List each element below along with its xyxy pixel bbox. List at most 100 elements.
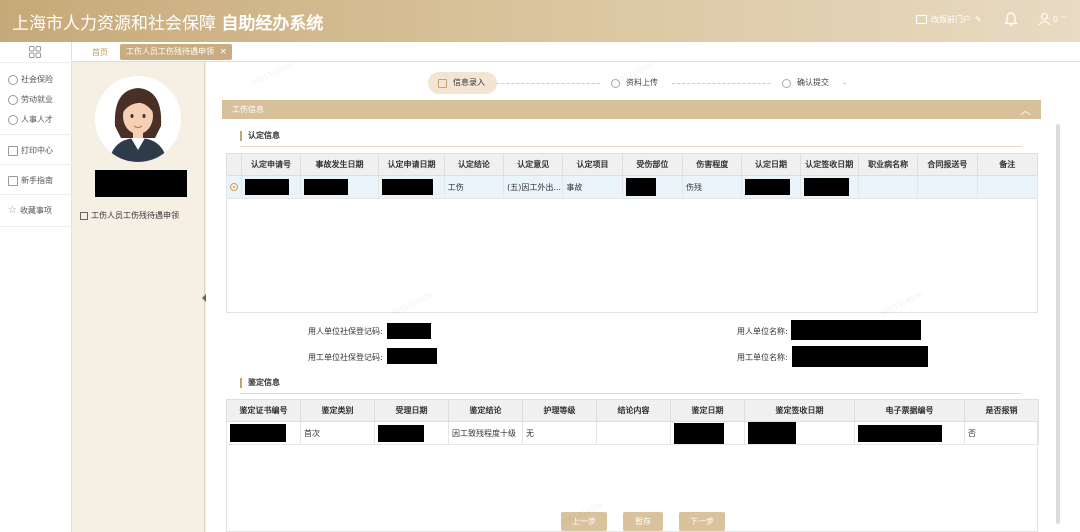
cell-category: 首次 <box>300 421 375 445</box>
cell-redacted <box>854 421 965 445</box>
user-menu[interactable]: 0 ﹀ <box>1038 12 1068 26</box>
column-header: 受理日期 <box>374 399 449 422</box>
step-upload[interactable]: 资料上传 <box>601 72 670 94</box>
appraisal-table: 鉴定证书编号 鉴定类别 受理日期 鉴定结论 护理等级 结论内容 鉴定日期 鉴定签… <box>226 399 1039 445</box>
column-header: 认定结论 <box>443 153 505 176</box>
star-icon: ☆ <box>8 205 17 216</box>
main-content: 信息录入 资料上传 确认提交 工伤信息 ︿ 认定信息 认定申请号 事故发生日期 … <box>206 62 1080 532</box>
tab-active[interactable]: 工伤人员工伤残待遇申领 × <box>120 44 232 60</box>
cell-redacted <box>241 175 301 199</box>
vertical-scrollbar[interactable] <box>1056 124 1060 524</box>
grid-icon[interactable] <box>29 46 41 58</box>
close-icon[interactable]: × <box>219 44 227 60</box>
menu-item-label: 劳动就业 <box>21 95 53 104</box>
cell-opinion: (五)因工外出... <box>503 175 564 199</box>
prev-step-button[interactable]: 上一步 <box>561 512 607 531</box>
column-header: 鉴定结论 <box>448 399 523 422</box>
cell-redacted <box>670 421 745 445</box>
cell-redacted <box>621 175 684 199</box>
edit-icon: ✎ <box>975 15 982 24</box>
profile-service-link[interactable]: 工伤人员工伤残待遇申领 <box>80 210 179 221</box>
menu-divider <box>0 164 72 165</box>
column-header: 认定日期 <box>741 153 801 176</box>
cell-occupational-disease <box>857 175 919 199</box>
cell-reimbursed: 否 <box>964 421 1039 445</box>
employer-name-redacted <box>791 320 921 340</box>
step-label: 信息录入 <box>453 78 485 87</box>
step-info-entry[interactable]: 信息录入 <box>428 72 497 94</box>
menu-divider <box>0 134 72 135</box>
cell-redacted <box>226 421 301 445</box>
row-radio[interactable] <box>230 183 239 191</box>
cell-appraisal-conclusion: 因工致残程度十级 <box>448 421 523 445</box>
menu-divider <box>0 62 72 63</box>
cell-injury-degree: 伤残 <box>682 175 743 199</box>
chevron-up-icon[interactable]: ︿ <box>1020 101 1031 120</box>
table-row[interactable]: 工伤 (五)因工外出... 事故 伤残 <box>225 175 1039 199</box>
column-header: 伤害程度 <box>682 153 743 176</box>
profile-service-label: 工伤人员工伤残待遇申领 <box>91 211 179 220</box>
column-header: 认定申请号 <box>241 153 301 176</box>
column-header: 事故发生日期 <box>299 153 380 176</box>
user-icon <box>1038 12 1051 26</box>
chevron-down-icon: ﹀ <box>1060 14 1069 24</box>
old-portal-label: 改版前门户 <box>931 15 971 24</box>
step-label: 资料上传 <box>626 78 658 87</box>
column-header: 鉴定日期 <box>670 399 745 422</box>
menu-item-label: 社会保险 <box>21 75 53 84</box>
identification-title: 认定信息 <box>240 131 280 141</box>
name-redacted <box>95 170 187 197</box>
table-header-row: 鉴定证书编号 鉴定类别 受理日期 鉴定结论 护理等级 结论内容 鉴定日期 鉴定签… <box>226 399 1039 422</box>
next-step-button[interactable]: 下一步 <box>679 512 725 531</box>
column-header: 受伤部位 <box>621 153 684 176</box>
menu-divider <box>0 226 72 227</box>
app-title: 上海市人力资源和社会保障 自助经办系统 <box>12 9 323 34</box>
save-draft-button[interactable]: 暂存 <box>623 512 663 531</box>
app-header: 上海市人力资源和社会保障 自助经办系统 改版前门户 ✎ 0 ﹀ <box>0 0 1080 42</box>
row-radio-cell[interactable] <box>225 175 243 199</box>
column-header: 职业病名称 <box>857 153 919 176</box>
column-header: 鉴定签收日期 <box>744 399 855 422</box>
menu-item-label: 新手指南 <box>21 176 53 185</box>
action-bar: 上一步 暂存 下一步 <box>561 512 725 531</box>
menu-divider <box>0 194 72 195</box>
cell-redacted <box>299 175 380 199</box>
left-menu: 社会保险 劳动就业 人事人才 打印中心 新手指南 ☆ 收藏事项 <box>0 42 72 532</box>
step-indicator: 信息录入 资料上传 确认提交 <box>206 72 1080 94</box>
table-row[interactable]: 首次 因工致残程度十级 无 否 <box>226 421 1039 445</box>
menu-item-social-insurance[interactable]: 社会保险 <box>8 74 53 85</box>
menu-item-employment[interactable]: 劳动就业 <box>8 94 53 105</box>
printer-icon <box>8 145 18 156</box>
old-portal-link[interactable]: 改版前门户 ✎ <box>916 14 982 25</box>
cell-redacted <box>378 175 445 199</box>
menu-item-label: 人事人才 <box>21 115 53 124</box>
social-insurance-icon <box>8 74 18 85</box>
menu-item-talent[interactable]: 人事人才 <box>8 114 53 125</box>
tab-home[interactable]: 首页 <box>92 47 108 58</box>
menu-item-label: 收藏事项 <box>19 206 52 215</box>
user-count: 0 <box>1053 14 1059 24</box>
identification-divider <box>240 146 1022 147</box>
menu-item-print-center[interactable]: 打印中心 <box>8 145 53 156</box>
column-header: 鉴定证书编号 <box>226 399 301 422</box>
upload-icon <box>611 78 620 88</box>
step-confirm[interactable]: 确认提交 <box>772 72 841 94</box>
menu-item-guide[interactable]: 新手指南 <box>8 175 53 186</box>
column-header: 认定申请日期 <box>378 153 445 176</box>
column-header: 结论内容 <box>596 399 671 422</box>
step-label: 确认提交 <box>797 78 829 87</box>
calendar-icon <box>80 211 88 220</box>
user-unit-code-label: 用工单位社保登记码: <box>308 353 383 362</box>
guide-icon <box>8 175 18 186</box>
bell-icon[interactable] <box>1004 11 1018 27</box>
column-header: 鉴定类别 <box>300 399 375 422</box>
edit-form-icon <box>438 78 447 88</box>
cell-redacted <box>799 175 859 199</box>
employment-icon <box>8 94 18 105</box>
monitor-icon <box>916 15 927 24</box>
user-unit-code-redacted <box>387 348 437 364</box>
column-header: 护理等级 <box>522 399 597 422</box>
menu-item-label: 打印中心 <box>21 146 53 155</box>
cell-redacted <box>744 421 855 445</box>
menu-item-favorites[interactable]: ☆ 收藏事项 <box>8 205 52 216</box>
